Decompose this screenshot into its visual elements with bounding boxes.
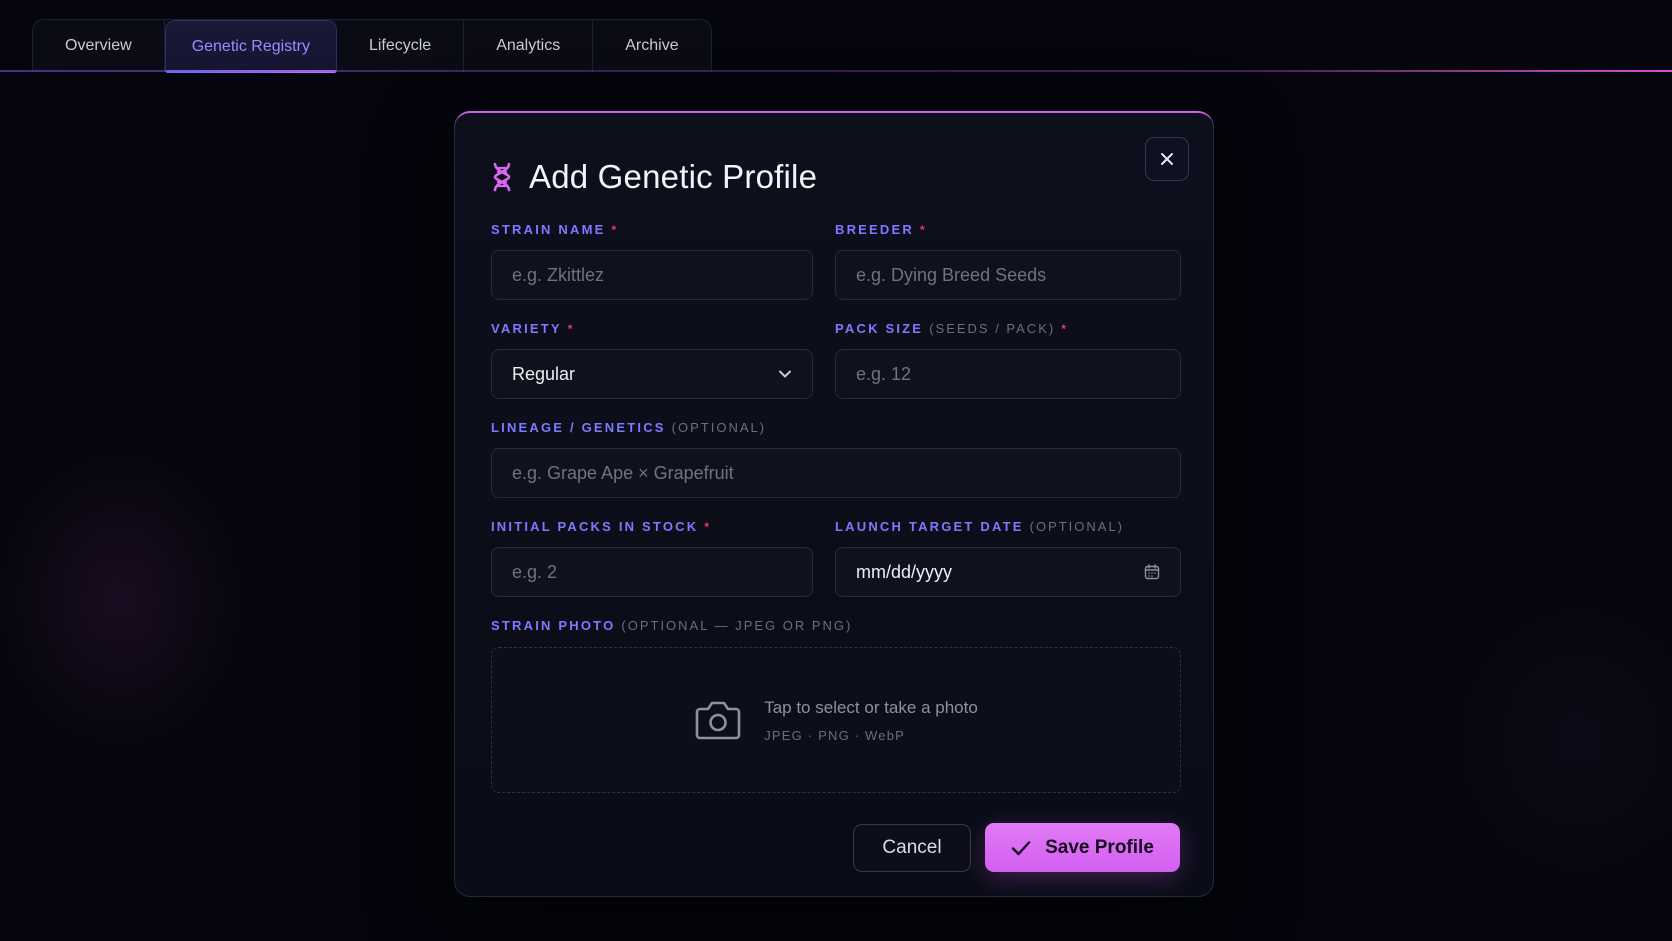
save-profile-button[interactable]: Save Profile	[985, 823, 1180, 872]
launch-date-label: LAUNCH TARGET DATE (OPTIONAL)	[835, 519, 1125, 534]
initial-packs-input[interactable]: e.g. 2	[491, 547, 813, 597]
save-profile-label: Save Profile	[1045, 836, 1154, 858]
strain-photo-field: STRAIN PHOTO (OPTIONAL — JPEG OR PNG) Ta…	[491, 618, 1181, 793]
pack-size-label: PACK SIZE (SEEDS / PACK) *	[835, 321, 1069, 336]
initial-packs-label: INITIAL PACKS IN STOCK *	[491, 519, 712, 534]
initial-packs-field: INITIAL PACKS IN STOCK * e.g. 2	[491, 519, 813, 597]
modal-title: Add Genetic Profile	[529, 158, 818, 195]
required-mark: *	[919, 222, 927, 237]
cancel-button[interactable]: Cancel	[853, 824, 971, 872]
strain-name-input[interactable]: e.g. Zkittlez	[491, 250, 813, 300]
required-mark: *	[1061, 321, 1069, 336]
required-mark: *	[704, 519, 712, 534]
pack-size-field: PACK SIZE (SEEDS / PACK) * e.g. 12	[835, 321, 1181, 399]
tab-overview[interactable]: Overview	[33, 20, 165, 72]
variety-select[interactable]: Regular	[491, 349, 813, 399]
tab-bar-divider	[0, 70, 1672, 72]
chevron-down-icon	[779, 370, 791, 378]
launch-date-field: LAUNCH TARGET DATE (OPTIONAL) mm/dd/yyyy	[835, 519, 1181, 597]
calendar-icon[interactable]	[1144, 564, 1160, 580]
top-tab-bar: Overview Genetic Registry Lifecycle Anal…	[0, 0, 1672, 73]
photo-dropzone[interactable]: Tap to select or take a photo JPEG · PNG…	[491, 647, 1181, 793]
modal-header: Add Genetic Profile	[491, 158, 817, 196]
pack-size-input[interactable]: e.g. 12	[835, 349, 1181, 399]
required-mark: *	[567, 321, 575, 336]
breeder-label: BREEDER *	[835, 222, 927, 237]
strain-name-label: STRAIN NAME *	[491, 222, 619, 237]
required-mark: *	[611, 222, 619, 237]
lineage-label: LINEAGE / GENETICS (OPTIONAL)	[491, 420, 767, 435]
dropzone-main-text: Tap to select or take a photo	[764, 697, 978, 717]
lineage-field: LINEAGE / GENETICS (OPTIONAL) e.g. Grape…	[491, 420, 1181, 498]
strain-photo-label: STRAIN PHOTO (OPTIONAL — JPEG OR PNG)	[491, 618, 853, 633]
tab-lifecycle[interactable]: Lifecycle	[337, 20, 465, 72]
variety-label: VARIETY *	[491, 321, 575, 336]
tab-list: Overview Genetic Registry Lifecycle Anal…	[32, 19, 712, 73]
strain-name-field: STRAIN NAME * e.g. Zkittlez	[491, 222, 813, 300]
add-genetic-profile-modal: Add Genetic Profile STRAIN NAME * e.g. Z…	[454, 111, 1214, 897]
tab-analytics[interactable]: Analytics	[464, 20, 594, 72]
dna-icon	[493, 162, 511, 192]
tab-archive[interactable]: Archive	[593, 20, 710, 72]
breeder-input[interactable]: e.g. Dying Breed Seeds	[835, 250, 1181, 300]
tab-genetic-registry[interactable]: Genetic Registry	[164, 20, 337, 73]
variety-selected-value: Regular	[512, 363, 576, 384]
variety-field: VARIETY * Regular	[491, 321, 813, 399]
close-icon	[1161, 153, 1173, 165]
camera-icon	[695, 701, 741, 740]
launch-date-value: mm/dd/yyyy	[856, 561, 953, 582]
check-icon	[1011, 840, 1031, 855]
breeder-field: BREEDER * e.g. Dying Breed Seeds	[835, 222, 1181, 300]
lineage-input[interactable]: e.g. Grape Ape × Grapefruit	[491, 448, 1181, 498]
launch-date-input[interactable]: mm/dd/yyyy	[835, 547, 1181, 597]
close-button[interactable]	[1145, 137, 1189, 181]
dropzone-text: Tap to select or take a photo JPEG · PNG…	[764, 698, 978, 743]
dropzone-formats: JPEG · PNG · WebP	[764, 727, 905, 743]
